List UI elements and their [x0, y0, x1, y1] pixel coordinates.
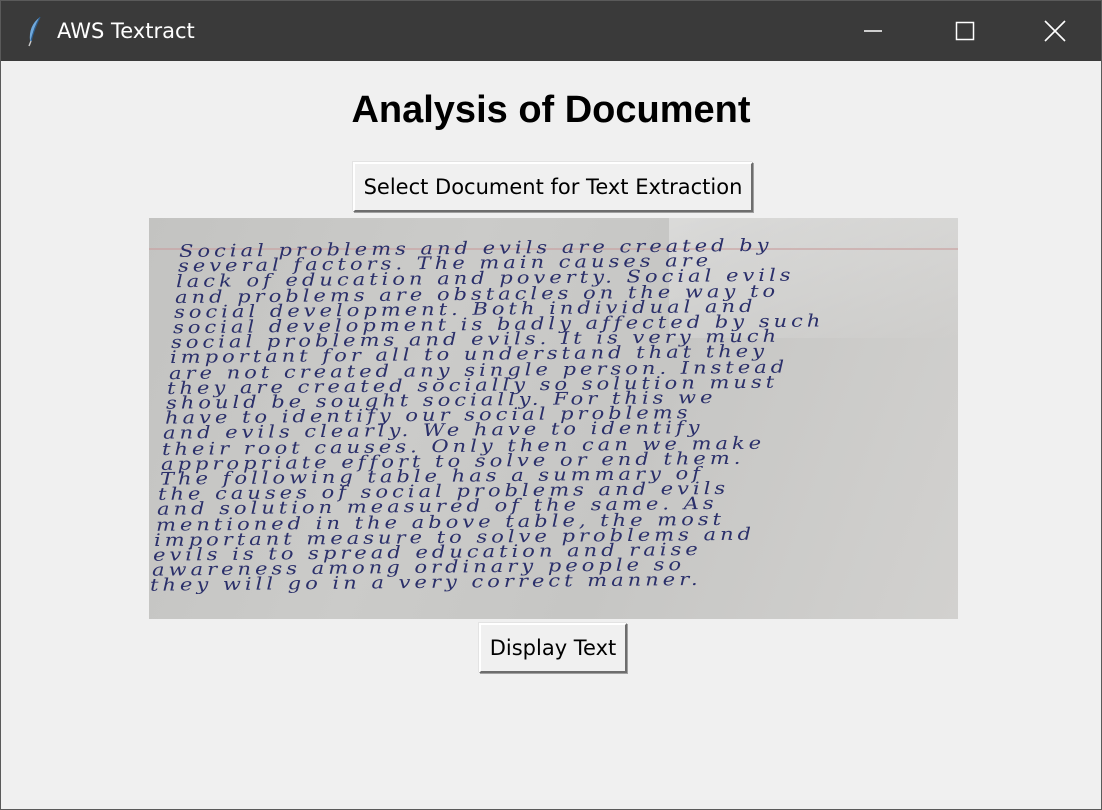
title-bar[interactable]: AWS Textract [1, 1, 1101, 61]
close-icon [1044, 20, 1066, 42]
maximize-button[interactable] [919, 1, 1011, 61]
maximize-icon [955, 21, 975, 41]
minimize-icon [863, 21, 883, 41]
page-title: Analysis of Document [351, 89, 751, 131]
document-image: Social problems and evils are created by… [149, 218, 958, 619]
app-window: AWS Textract Analysis of Document Select… [0, 0, 1102, 810]
handwritten-line: they will go in a very correct manner. [150, 569, 703, 596]
close-button[interactable] [1009, 1, 1101, 61]
feather-icon [23, 15, 45, 47]
select-document-button[interactable]: Select Document for Text Extraction [353, 162, 753, 212]
minimize-button[interactable] [827, 1, 919, 61]
window-title: AWS Textract [57, 19, 195, 43]
display-text-button[interactable]: Display Text [479, 623, 627, 673]
client-area: Analysis of Document Select Document for… [1, 61, 1101, 809]
